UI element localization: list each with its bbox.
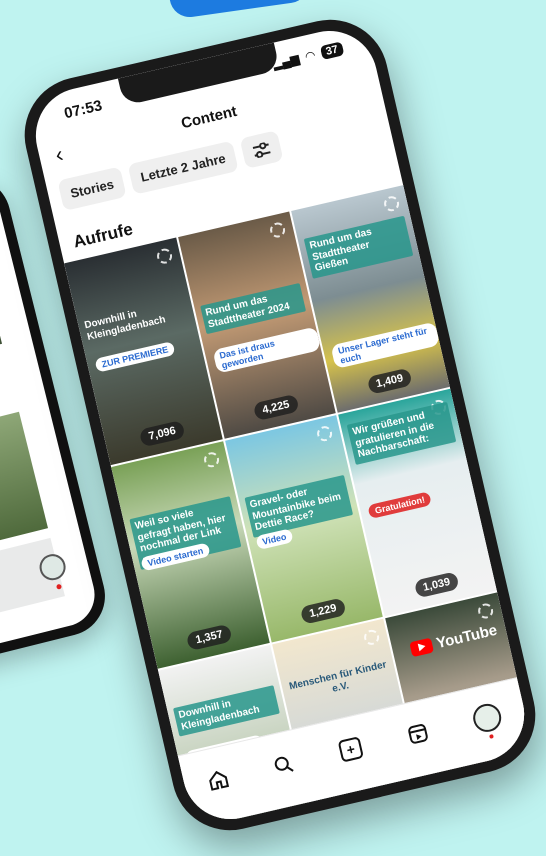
profile-avatar[interactable] bbox=[470, 701, 505, 735]
carousel-icon bbox=[202, 450, 221, 469]
filter-settings-button[interactable] bbox=[239, 130, 284, 170]
decorative-swoosh bbox=[168, 0, 312, 20]
status-time: 07:53 bbox=[62, 97, 104, 123]
wifi-icon: ◠ bbox=[303, 47, 317, 64]
create-icon[interactable]: + bbox=[337, 736, 364, 763]
filter-stories[interactable]: Stories bbox=[57, 166, 127, 212]
carousel-icon bbox=[155, 247, 174, 266]
bg-post-thumbnail bbox=[0, 411, 49, 558]
status-icons: ▂▄▆ ◠ 37 bbox=[271, 41, 345, 71]
bg-post-thumbnail bbox=[0, 537, 65, 626]
youtube-label: YouTube bbox=[434, 621, 499, 653]
carousel-icon bbox=[382, 194, 401, 213]
carousel-icon bbox=[362, 628, 381, 647]
post-caption: Menschen für Kinder e.V. bbox=[288, 659, 388, 695]
view-count: 1,229 bbox=[299, 597, 347, 625]
phone-frame: 07:53 ▂▄▆ ◠ 37 ‹ Content Stories Letzte … bbox=[13, 8, 546, 842]
sliders-icon bbox=[252, 141, 271, 158]
view-count: 1,357 bbox=[186, 623, 233, 652]
view-count: 1,039 bbox=[413, 571, 460, 599]
post-caption: Downhill in Kleingladenbach bbox=[172, 685, 280, 737]
home-icon[interactable] bbox=[206, 768, 230, 792]
post-caption: Rund um das Stadttheater Gießen bbox=[304, 215, 414, 279]
carousel-icon bbox=[315, 424, 334, 443]
view-count: 7,096 bbox=[139, 420, 186, 448]
phone-screen: 07:53 ▂▄▆ ◠ 37 ‹ Content Stories Letzte … bbox=[26, 21, 534, 829]
post-pill: Gratulation! bbox=[367, 491, 433, 519]
section-title: Aufrufe bbox=[71, 219, 135, 252]
view-count: 4,225 bbox=[252, 393, 300, 422]
carousel-icon bbox=[476, 602, 495, 621]
reels-icon[interactable] bbox=[406, 722, 430, 746]
youtube-play-icon bbox=[409, 637, 435, 658]
search-icon[interactable] bbox=[272, 753, 296, 777]
post-caption: Downhill in Kleingladenbach bbox=[83, 308, 167, 343]
post-caption: Wir grüßen und gratulieren in die Nachba… bbox=[347, 401, 457, 465]
post-caption: Gravel- oder Mountainbike beim Dettie Ra… bbox=[244, 474, 354, 538]
post-pill: Unser Lager steht für euch bbox=[330, 321, 441, 369]
battery-indicator: 37 bbox=[319, 41, 345, 61]
post-pill: ZUR PREMIERE bbox=[94, 341, 176, 373]
post-pill: Das ist draus geworden bbox=[212, 326, 322, 374]
bg-post-thumbnail bbox=[0, 275, 3, 373]
carousel-icon bbox=[268, 220, 287, 239]
post-caption: Rund um das Stadttheater 2024 bbox=[199, 282, 307, 335]
view-count: 1,409 bbox=[366, 367, 413, 395]
youtube-logo: YouTube bbox=[409, 622, 499, 658]
